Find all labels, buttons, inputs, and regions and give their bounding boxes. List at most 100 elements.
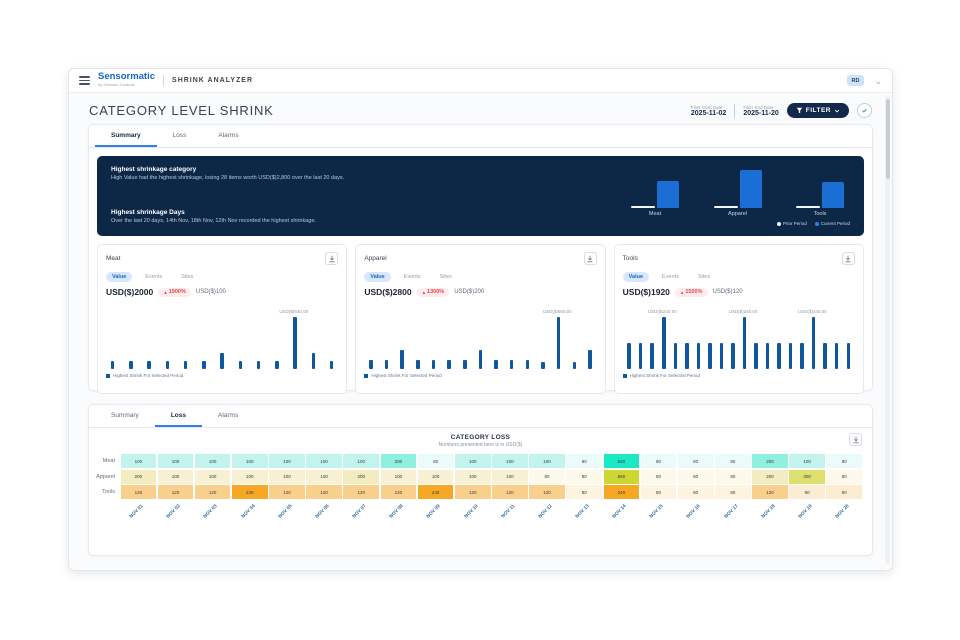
heatmap-row: Meat100100100100100100100200801001001008… bbox=[93, 454, 862, 468]
heatmap-cell: 120 bbox=[492, 485, 528, 499]
highest-shrinkage-days-body: Over the last 20 days, 14th Nov, 18th No… bbox=[111, 218, 441, 226]
bar-column bbox=[788, 303, 793, 369]
value-bar bbox=[627, 343, 631, 369]
value-bar bbox=[312, 353, 316, 369]
tab-loss[interactable]: Loss bbox=[157, 125, 203, 147]
card-tab-sites[interactable]: Sites bbox=[434, 272, 458, 282]
heatmap-cell: 240 bbox=[232, 485, 268, 499]
heatmap-cell: 100 bbox=[158, 470, 194, 484]
vertical-scrollbar[interactable] bbox=[885, 95, 890, 565]
value-bar bbox=[293, 317, 297, 369]
download-icon bbox=[586, 255, 594, 263]
funnel-icon bbox=[796, 107, 803, 114]
user-badge[interactable]: RD bbox=[847, 75, 865, 86]
filter-button[interactable]: FILTER bbox=[787, 103, 849, 118]
value-bar bbox=[812, 317, 816, 369]
heatmap-cell: 120 bbox=[121, 485, 157, 499]
heatmap-cell: 100 bbox=[232, 470, 268, 484]
heatmap-cell: 80 bbox=[826, 470, 862, 484]
card-tab-sites[interactable]: Sites bbox=[692, 272, 716, 282]
heatmap-date-label: NOV 18 bbox=[752, 501, 788, 527]
prior-period-bar bbox=[796, 206, 820, 208]
heatmap-cell: 80 bbox=[418, 454, 454, 468]
top-navigation-bar: Sensormatic by Johnson Controls SHRINK A… bbox=[69, 69, 892, 93]
heatmap-cell: 100 bbox=[343, 454, 379, 468]
value-bar bbox=[685, 343, 689, 369]
card-tab-value[interactable]: Value bbox=[106, 272, 132, 282]
page-title: CATEGORY LEVEL SHRINK bbox=[89, 103, 274, 118]
highest-shrinkage-days-block: Highest shrinkage Days Over the last 20 … bbox=[111, 209, 625, 226]
heatmap-date-label: NOV 16 bbox=[678, 501, 714, 527]
heatmap-row-label: Meat bbox=[93, 454, 119, 468]
card-tab-events[interactable]: Events bbox=[398, 272, 427, 282]
bar-column bbox=[201, 303, 206, 369]
card-tab-value[interactable]: Value bbox=[623, 272, 649, 282]
current-value: USD($)2000 bbox=[106, 287, 153, 297]
download-button[interactable] bbox=[325, 252, 338, 265]
divider bbox=[163, 75, 164, 86]
tab-alarms[interactable]: Alarms bbox=[202, 405, 254, 427]
card-tab-sites[interactable]: Sites bbox=[175, 272, 199, 282]
bar-column bbox=[183, 303, 188, 369]
tab-loss[interactable]: Loss bbox=[155, 405, 202, 427]
tab-summary[interactable]: Summary bbox=[95, 125, 157, 147]
heatmap-date-label: NOV 08 bbox=[381, 501, 417, 527]
up-arrow-icon: ▲ bbox=[163, 290, 167, 295]
value-bar bbox=[639, 343, 643, 369]
card-tab-value[interactable]: Value bbox=[364, 272, 390, 282]
bar-column bbox=[165, 303, 170, 369]
change-badge: ▲1900% bbox=[158, 288, 191, 297]
heatmap-cell: 80 bbox=[566, 470, 602, 484]
reset-filter-button[interactable] bbox=[857, 103, 872, 118]
download-button[interactable] bbox=[584, 252, 597, 265]
filter-start-value: 2025-11-02 bbox=[691, 110, 726, 117]
tab-alarms[interactable]: Alarms bbox=[202, 125, 254, 147]
filter-start-date: Filter Start Date 2025-11-02 bbox=[691, 105, 726, 117]
heatmap-cell: 200 bbox=[752, 454, 788, 468]
heatmap-date-label: NOV 19 bbox=[789, 501, 825, 527]
download-button[interactable] bbox=[849, 433, 862, 446]
heatmap-cell: 80 bbox=[678, 470, 714, 484]
bar-column bbox=[447, 303, 452, 369]
legend-dot-icon bbox=[777, 222, 781, 226]
bar-column bbox=[110, 303, 115, 369]
heatmap-date-row: NOV 01NOV 02NOV 03NOV 04NOV 05NOV 06NOV … bbox=[93, 501, 862, 527]
heatmap-cell: 100 bbox=[306, 470, 342, 484]
heatmap-cell: 120 bbox=[306, 485, 342, 499]
highest-shrinkage-category-body: High Value had the highest shrinkage, lo… bbox=[111, 175, 441, 183]
hero-category-label: Tools bbox=[814, 211, 827, 217]
legend-square-icon bbox=[106, 374, 110, 378]
heatmap-cell: 80 bbox=[678, 454, 714, 468]
bar-column bbox=[754, 303, 759, 369]
download-button[interactable] bbox=[842, 252, 855, 265]
bar-column bbox=[638, 303, 643, 369]
menu-icon[interactable] bbox=[79, 76, 90, 85]
bar-column bbox=[765, 303, 770, 369]
value-bar bbox=[823, 343, 827, 369]
heatmap-date-label: NOV 02 bbox=[158, 501, 194, 527]
bar-column bbox=[777, 303, 782, 369]
filter-start-label: Filter Start Date bbox=[691, 105, 726, 110]
heatmap-cell: 100 bbox=[789, 454, 825, 468]
bar-column bbox=[220, 303, 225, 369]
value-bar bbox=[777, 343, 781, 369]
scrollbar-thumb[interactable] bbox=[886, 99, 890, 179]
loss-title: CATEGORY LOSS bbox=[89, 434, 872, 441]
heatmap-date-label: NOV 13 bbox=[566, 501, 602, 527]
card-tab-events[interactable]: Events bbox=[656, 272, 685, 282]
summary-panel: Summary Loss Alarms Highest shrinkage ca… bbox=[88, 124, 873, 391]
value-bar bbox=[111, 361, 115, 369]
tab-summary[interactable]: Summary bbox=[95, 405, 155, 427]
chevron-down-icon[interactable]: ⌄ bbox=[874, 78, 882, 84]
value-bar bbox=[573, 362, 577, 369]
heatmap-cell: 120 bbox=[381, 485, 417, 499]
heatmap-date-label: NOV 03 bbox=[195, 501, 231, 527]
bar-column bbox=[256, 303, 261, 369]
bar-column bbox=[707, 303, 712, 369]
heatmap-row: Tools12012012024012012012012024012012012… bbox=[93, 485, 862, 499]
heatmap-date-label: NOV 15 bbox=[641, 501, 677, 527]
heatmap-date-label: NOV 11 bbox=[492, 501, 528, 527]
bar-column bbox=[588, 303, 593, 369]
card-tab-events[interactable]: Events bbox=[139, 272, 168, 282]
chart-caption: Highest Shrink For Selected Period bbox=[106, 373, 338, 378]
